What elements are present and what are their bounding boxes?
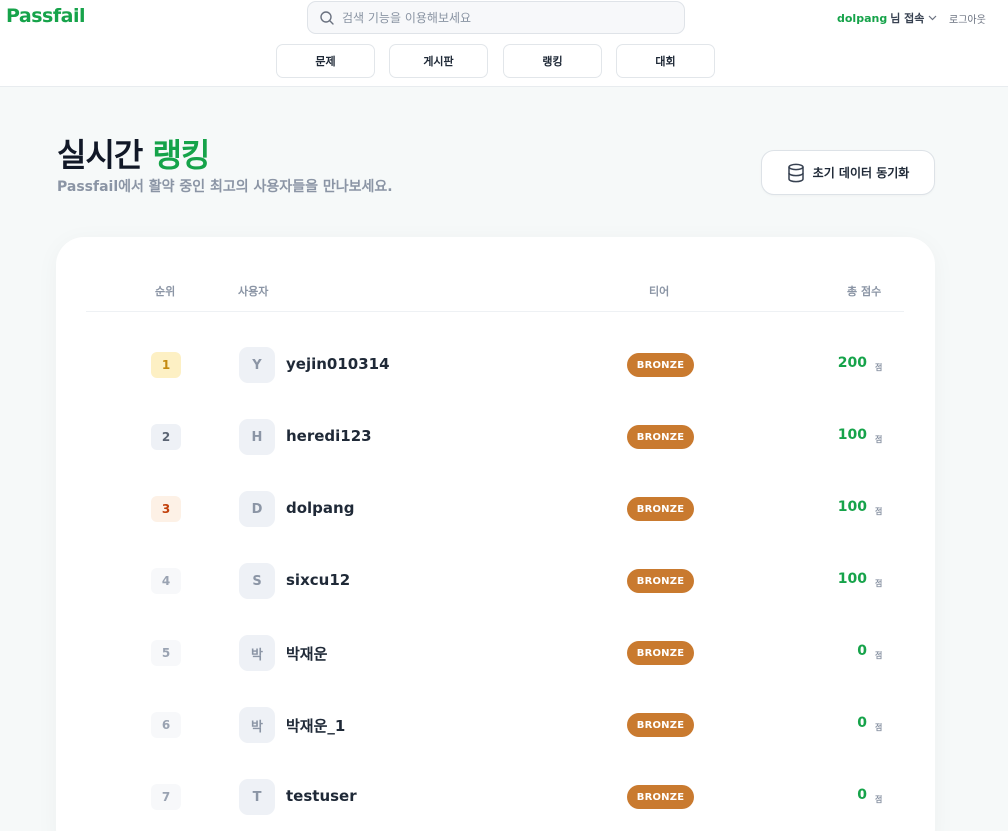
username[interactable]: sixcu12: [286, 571, 350, 589]
column-header-user: 사용자: [238, 285, 269, 298]
page-title: 실시간 랭킹: [57, 130, 210, 176]
username[interactable]: 박재운_1: [286, 715, 345, 736]
username[interactable]: yejin010314: [286, 355, 390, 373]
tier-badge: BRONZE: [627, 353, 694, 377]
rank-badge: 7: [151, 784, 181, 810]
username[interactable]: 박재운: [286, 643, 327, 664]
avatar: H: [239, 419, 275, 455]
nav-tab-contest[interactable]: 대회: [616, 44, 715, 78]
chevron-down-icon: [928, 15, 937, 21]
score-value: 100: [837, 427, 867, 443]
search-icon: [319, 10, 335, 26]
rank-badge: 4: [151, 568, 181, 594]
search-input[interactable]: [342, 10, 672, 25]
table-row[interactable]: 4 Ssixcu12 BRONZE 100 점: [56, 559, 935, 631]
table-row[interactable]: 7 Ttestuser BRONZE 0 점: [56, 775, 935, 831]
sync-data-button[interactable]: 초기 데이터 동기화: [761, 150, 935, 195]
column-header-score: 총 점수: [847, 285, 882, 298]
score-unit: 점: [875, 435, 883, 444]
table-row[interactable]: 6 박 박재운_1 BRONZE 0 점: [56, 703, 935, 775]
tier-badge: BRONZE: [627, 785, 694, 809]
rank-badge: 6: [151, 712, 181, 738]
score-value: 200: [837, 355, 867, 371]
score-value: 0: [857, 715, 867, 731]
avatar: Y: [239, 347, 275, 383]
score-unit: 점: [875, 651, 883, 660]
nav-tab-board[interactable]: 게시판: [389, 44, 488, 78]
table-row[interactable]: 3 Ddolpang BRONZE 100 점: [56, 487, 935, 559]
logo[interactable]: Passfail: [6, 5, 85, 27]
page-title-accent: 랭킹: [152, 136, 210, 174]
rank-badge: 2: [151, 424, 181, 450]
score-unit: 점: [875, 579, 883, 588]
avatar: 박: [239, 707, 275, 743]
username[interactable]: dolpang: [286, 499, 354, 517]
score-unit: 점: [875, 363, 883, 372]
score-value: 100: [837, 499, 867, 515]
logout-link[interactable]: 로그아웃: [949, 11, 986, 26]
ranking-card: 순위 사용자 티어 총 점수 1 Yyejin010314 BRONZE 200 점 2 H…: [56, 237, 935, 831]
column-header-rank: 순위: [155, 285, 176, 298]
avatar: S: [239, 563, 275, 599]
page-subtitle: Passfail에서 활약 중인 최고의 사용자들을 만나보세요.: [57, 179, 393, 195]
score-value: 0: [857, 643, 867, 659]
page-title-prefix: 실시간: [57, 136, 143, 174]
score-value: 100: [837, 571, 867, 587]
avatar: D: [239, 491, 275, 527]
tier-badge: BRONZE: [627, 425, 694, 449]
rank-badge: 5: [151, 640, 181, 666]
table-row[interactable]: 5 박 박재운 BRONZE 0 점: [56, 631, 935, 703]
nav-tab-problems[interactable]: 문제: [276, 44, 375, 78]
score-unit: 점: [875, 795, 883, 804]
avatar: T: [239, 779, 275, 815]
search-box[interactable]: [307, 1, 685, 34]
user-menu[interactable]: dolpang 님 접속: [837, 10, 937, 26]
tier-badge: BRONZE: [627, 569, 694, 593]
score-unit: 점: [875, 507, 883, 516]
header-divider: [86, 311, 904, 312]
sync-data-label: 초기 데이터 동기화: [812, 166, 910, 180]
user-suffix: 님 접속: [890, 12, 925, 25]
rank-badge: 1: [151, 352, 181, 378]
database-icon: [787, 163, 805, 183]
nav-tab-ranking[interactable]: 랭킹: [503, 44, 602, 78]
table-row[interactable]: 2 Hheredi123 BRONZE 100 점: [56, 415, 935, 487]
tier-badge: BRONZE: [627, 497, 694, 521]
column-header-tier: 티어: [649, 285, 670, 298]
score-value: 0: [857, 787, 867, 803]
tier-badge: BRONZE: [627, 713, 694, 737]
current-username: dolpang: [837, 11, 888, 25]
username[interactable]: testuser: [286, 787, 357, 805]
top-header: Passfail dolpang 님 접속 로그아웃 문제 게시판 랭킹 대회: [0, 0, 1008, 87]
avatar: 박: [239, 635, 275, 671]
table-row[interactable]: 1 Yyejin010314 BRONZE 200 점: [56, 343, 935, 415]
tier-badge: BRONZE: [627, 641, 694, 665]
score-unit: 점: [875, 723, 883, 732]
rank-badge: 3: [151, 496, 181, 522]
username[interactable]: heredi123: [286, 427, 372, 445]
